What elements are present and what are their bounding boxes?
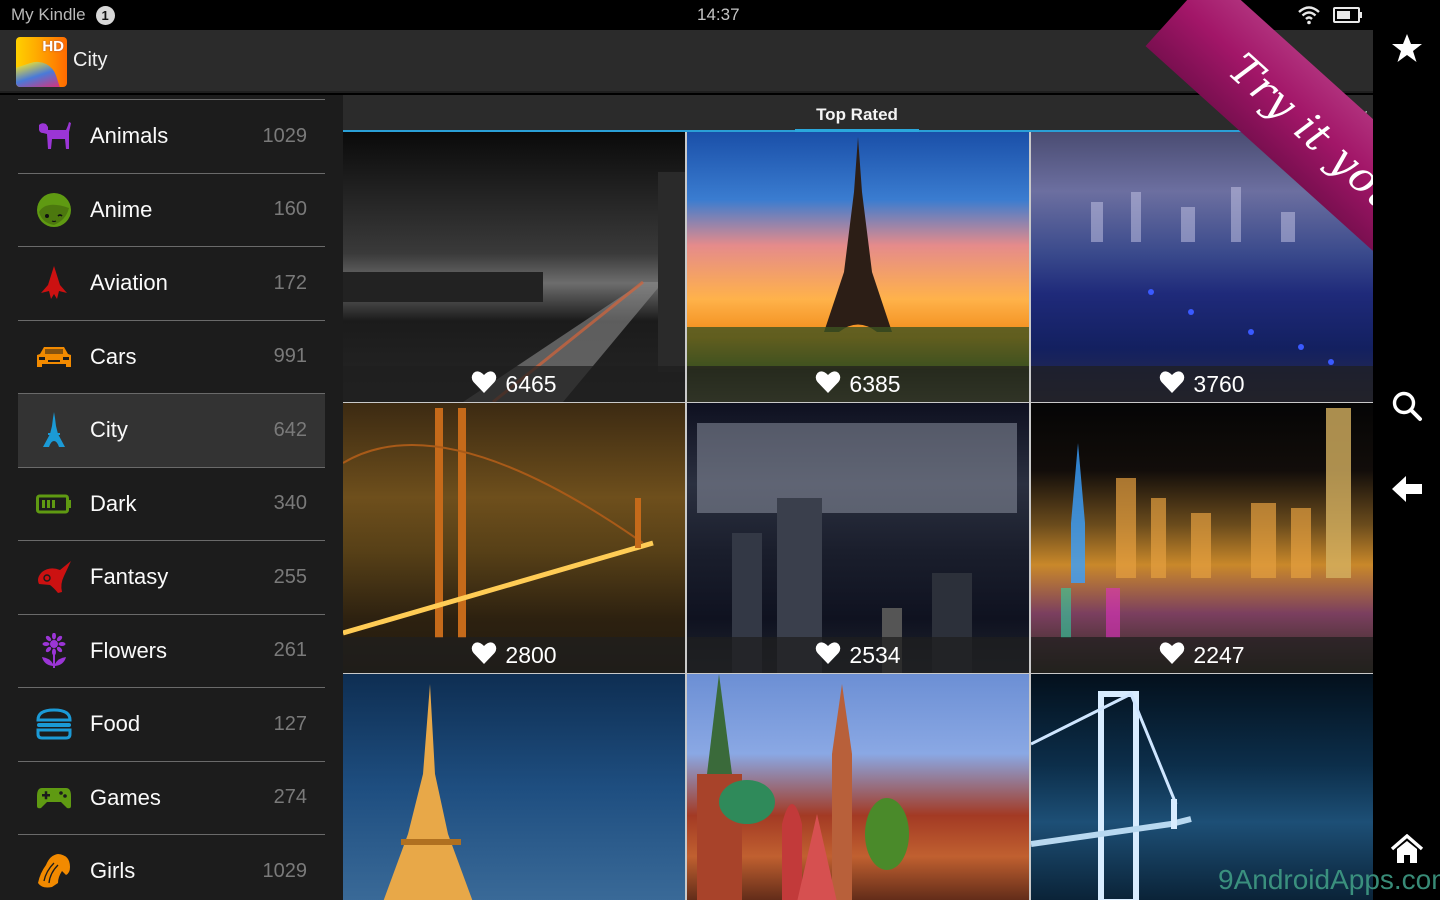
wallpaper-tile[interactable]: 2534	[687, 403, 1029, 673]
girl-profile-icon	[36, 853, 72, 889]
category-count: 1029	[262, 124, 308, 147]
dog-icon	[36, 118, 72, 154]
back-arrow-icon	[1391, 474, 1423, 509]
likes-overlay: 2534	[687, 637, 1029, 673]
category-count: 127	[273, 712, 307, 735]
category-label: City	[90, 417, 128, 443]
app-logo-icon[interactable]: HD	[16, 37, 67, 87]
likes-count: 2247	[1193, 641, 1245, 668]
likes-count: 6385	[849, 370, 901, 397]
category-label: Games	[90, 784, 161, 810]
tab-top-rated[interactable]: Top Rated	[795, 95, 919, 134]
tile-artwork	[697, 423, 1017, 673]
search-button[interactable]	[1373, 380, 1440, 436]
wifi-icon	[1297, 5, 1321, 30]
jet-icon	[36, 265, 72, 301]
tile-artwork	[687, 137, 1029, 367]
heart-icon[interactable]	[815, 370, 841, 399]
sidebar-item-aviation[interactable]: Aviation 172	[18, 246, 325, 320]
category-label: Cars	[90, 343, 137, 369]
category-label: Girls	[90, 858, 136, 884]
category-label: Anime	[90, 196, 153, 222]
eiffel-tower-icon	[36, 412, 72, 448]
likes-count: 6465	[505, 370, 557, 397]
wallpaper-tile[interactable]: 6385	[687, 132, 1029, 402]
category-list: Animals 1029 Anime 160 Aviation 172 Cars…	[18, 99, 325, 900]
app-logo-badge: HD	[42, 38, 64, 55]
tile-artwork	[343, 408, 654, 638]
wallpaper-tile[interactable]: 2247	[1031, 403, 1373, 673]
category-label: Animals	[90, 123, 169, 149]
likes-overlay: 6385	[687, 366, 1029, 402]
sidebar-item-fantasy[interactable]: Fantasy 255	[18, 540, 325, 614]
likes-count: 3760	[1193, 370, 1245, 397]
sidebar-item-cars[interactable]: Cars 991	[18, 319, 325, 394]
tile-artwork	[343, 172, 685, 402]
heart-icon[interactable]	[471, 370, 497, 399]
unicorn-icon	[36, 559, 72, 595]
burger-icon	[36, 706, 72, 742]
category-label: Fantasy	[90, 564, 169, 590]
category-label: Dark	[90, 490, 137, 516]
category-label: Flowers	[90, 637, 168, 663]
category-count: 642	[273, 418, 307, 441]
tile-artwork	[697, 674, 909, 900]
likes-count: 2800	[505, 641, 557, 668]
likes-count: 2534	[849, 641, 901, 668]
category-label: Food	[90, 711, 141, 737]
battery-icon	[1333, 6, 1363, 29]
page-title: City	[73, 49, 108, 71]
category-count: 255	[273, 565, 307, 588]
app-logo-page	[16, 56, 60, 87]
wallpaper-tile[interactable]	[687, 674, 1029, 900]
wallpaper-tile[interactable]: 2800	[343, 403, 685, 673]
likes-overlay: 3760	[1031, 366, 1373, 402]
battery-icon	[36, 486, 72, 522]
status-icons[interactable]	[1297, 5, 1363, 30]
wallpaper-tile[interactable]: 6465	[343, 132, 685, 402]
category-count: 1029	[262, 859, 308, 882]
category-count: 991	[273, 345, 307, 368]
search-icon	[1391, 390, 1423, 427]
heart-icon[interactable]	[471, 641, 497, 670]
anime-face-icon	[36, 192, 72, 228]
sidebar-item-flowers[interactable]: Flowers 261	[18, 613, 325, 688]
status-left[interactable]: My Kindle 1	[11, 5, 115, 25]
heart-icon[interactable]	[815, 641, 841, 670]
tile-artwork	[383, 684, 473, 900]
category-count: 261	[273, 639, 307, 662]
wallpaper-grid: 6465 6385 3760 2800 2534 2247	[343, 132, 1373, 900]
sidebar-item-city[interactable]: City 642	[18, 393, 325, 467]
flower-icon	[36, 632, 72, 669]
heart-icon[interactable]	[1159, 641, 1185, 670]
nav-bar	[1373, 0, 1440, 900]
likes-overlay: 2800	[343, 637, 685, 673]
likes-overlay: 2247	[1031, 637, 1373, 673]
likes-overlay: 6465	[343, 366, 685, 402]
favorites-button[interactable]	[1373, 22, 1440, 78]
clock: 14:37	[697, 5, 740, 24]
category-sidebar: Animals 1029 Anime 160 Aviation 172 Cars…	[0, 95, 343, 900]
category-label: Aviation	[90, 270, 168, 296]
heart-icon[interactable]	[1159, 370, 1185, 399]
category-count: 274	[273, 786, 307, 809]
category-count: 340	[273, 492, 307, 515]
sidebar-item-dark[interactable]: Dark 340	[18, 466, 325, 541]
back-button[interactable]	[1373, 463, 1440, 519]
gamepad-icon	[36, 780, 72, 816]
sidebar-item-anime[interactable]: Anime 160	[18, 172, 325, 247]
tile-artwork	[1061, 408, 1351, 638]
watermark: 9AndroidApps.com	[1218, 864, 1440, 895]
sidebar-item-games[interactable]: Games 274	[18, 760, 325, 835]
notification-badge[interactable]: 1	[95, 5, 115, 25]
sidebar-item-food[interactable]: Food 127	[18, 687, 325, 761]
category-count: 160	[273, 198, 307, 221]
sidebar-item-animals[interactable]: Animals 1029	[18, 99, 325, 173]
wallpaper-tile[interactable]	[343, 674, 685, 900]
category-count: 172	[273, 271, 307, 294]
sidebar-item-girls[interactable]: Girls 1029	[18, 834, 325, 900]
star-icon	[1391, 33, 1423, 68]
car-icon	[36, 339, 72, 375]
my-kindle-label[interactable]: My Kindle	[11, 5, 86, 25]
